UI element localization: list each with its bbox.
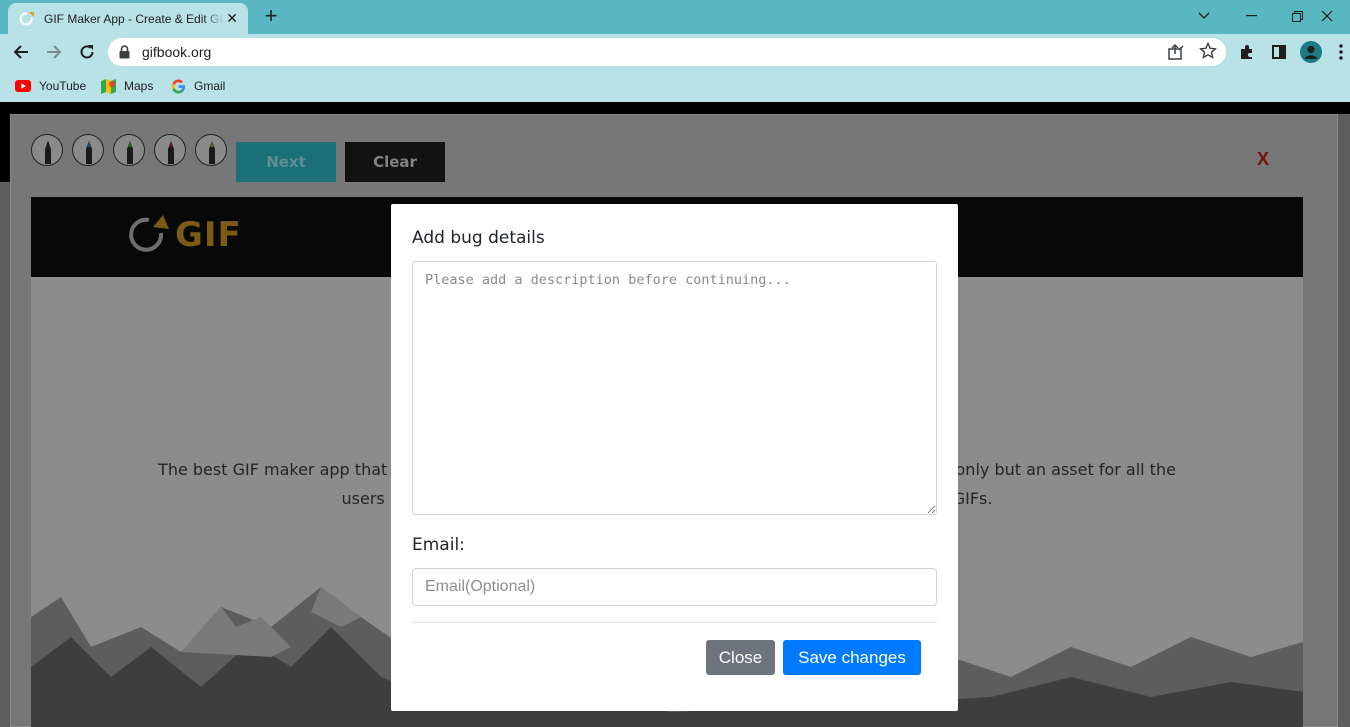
google-icon xyxy=(171,78,186,94)
tab-search-icon[interactable] xyxy=(1181,4,1227,28)
pen-yellow-icon[interactable] xyxy=(195,134,227,166)
close-button[interactable]: Close xyxy=(706,640,775,675)
pen-red-icon[interactable] xyxy=(154,134,186,166)
bookmark-youtube[interactable]: YouTube xyxy=(15,76,86,96)
share-icon[interactable] xyxy=(1167,43,1185,61)
close-editor-button[interactable]: X xyxy=(1257,149,1269,170)
pen-black-icon[interactable] xyxy=(31,134,63,166)
profile-avatar-icon[interactable] xyxy=(1299,40,1323,64)
bookmark-star-icon[interactable] xyxy=(1199,42,1217,60)
bookmarks-bar: YouTube Maps Gmail xyxy=(0,70,1350,102)
bookmark-label: Maps xyxy=(124,79,154,93)
site-logo[interactable]: GIF xyxy=(127,213,242,257)
lock-icon xyxy=(119,45,130,59)
browser-tab-strip: GIF Maker App - Create & Edit GIFs ✕ + xyxy=(0,0,1350,34)
bookmark-label: YouTube xyxy=(39,79,87,93)
hero-line1-right: o-only but an asset for all the xyxy=(939,460,1176,479)
pen-blue-icon[interactable] xyxy=(72,134,104,166)
browser-tab[interactable]: GIF Maker App - Create & Edit GIFs ✕ xyxy=(8,3,248,34)
browser-toolbar: gifbook.org xyxy=(0,34,1350,70)
gif-logo-icon xyxy=(129,215,169,252)
forward-arrow-icon[interactable] xyxy=(42,40,66,64)
tab-close-icon[interactable]: ✕ xyxy=(224,11,240,27)
next-button[interactable]: Next xyxy=(236,142,336,182)
hero-line2-left: users xyxy=(341,489,385,508)
chrome-menu-icon[interactable] xyxy=(1329,40,1350,64)
hero-line1-left: The best GIF maker app that he xyxy=(158,460,413,479)
url-text: gifbook.org xyxy=(142,44,212,60)
modal-footer-divider xyxy=(412,622,937,623)
email-field[interactable] xyxy=(412,568,937,606)
bookmark-maps[interactable]: Maps xyxy=(101,76,153,96)
hero-line2-right: GIFs. xyxy=(952,489,993,508)
reload-icon[interactable] xyxy=(75,40,99,64)
save-changes-button[interactable]: Save changes xyxy=(783,640,921,675)
extensions-puzzle-icon[interactable] xyxy=(1235,40,1259,64)
gif-favicon-icon xyxy=(19,11,34,25)
modal-title: Add bug details xyxy=(412,228,545,248)
maps-icon xyxy=(101,78,116,94)
minimize-icon[interactable] xyxy=(1228,4,1274,28)
pen-green-icon[interactable] xyxy=(113,134,145,166)
youtube-icon xyxy=(15,80,31,92)
clear-button[interactable]: Clear xyxy=(345,142,445,182)
bug-description-textarea[interactable] xyxy=(412,261,937,515)
bookmark-label: Gmail xyxy=(194,79,226,93)
tab-title: GIF Maker App - Create & Edit GIFs xyxy=(44,11,225,26)
bug-report-modal: Add bug details Email: Close Save change… xyxy=(391,204,958,711)
address-bar[interactable]: gifbook.org xyxy=(108,38,1226,66)
bookmark-gmail[interactable]: Gmail xyxy=(171,76,225,96)
email-label: Email: xyxy=(412,535,465,555)
side-panel-icon[interactable] xyxy=(1267,40,1291,64)
window-close-icon[interactable] xyxy=(1304,4,1350,28)
back-arrow-icon[interactable] xyxy=(9,40,33,64)
page-scroll-gutter xyxy=(1338,114,1350,727)
logo-text: GIF xyxy=(175,215,242,255)
new-tab-icon[interactable]: + xyxy=(259,5,283,29)
